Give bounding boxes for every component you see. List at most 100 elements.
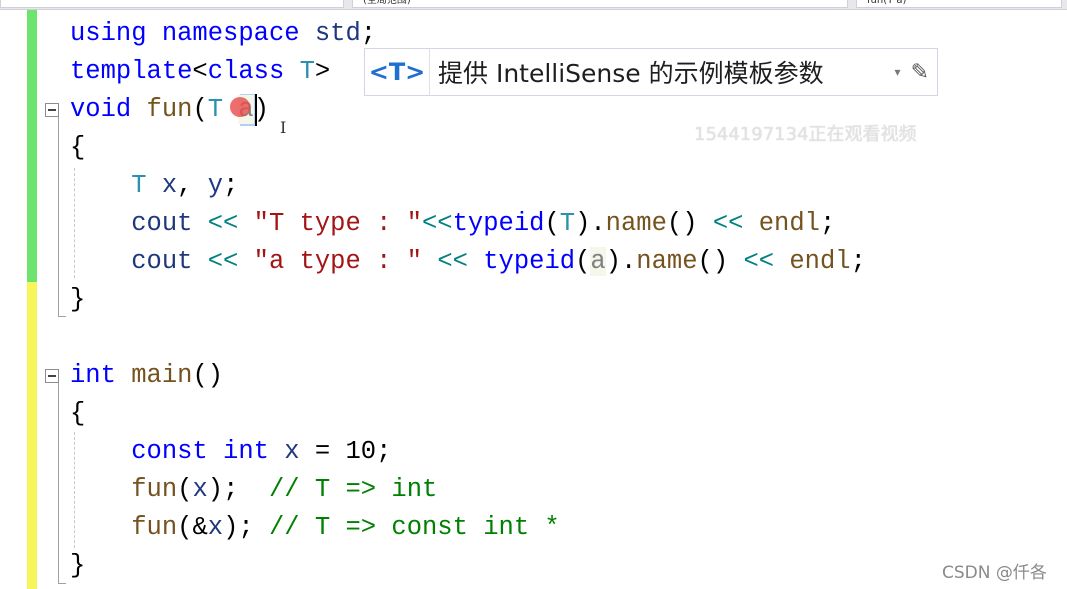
code-token: , [177,171,208,200]
code-token: ); [207,475,269,504]
code-token: > [314,57,331,86]
ibeam-cursor-icon: I [280,118,287,137]
template-parameter-badge: <T> [365,49,430,95]
code-token: = 10; [299,437,392,466]
watermark: 1544197134正在观看视频 [694,124,917,145]
code-token: namespace [161,19,300,48]
code-token: std [314,19,361,48]
cursor-click-indicator [230,97,250,117]
code-token: class [207,57,285,86]
code-line[interactable]: const int x = 10; [70,433,866,471]
code-line[interactable]: T x, y; [70,167,866,205]
code-token: { [70,399,86,428]
change-indicator-saved [27,282,37,589]
change-indicator-unsaved [27,10,37,282]
code-token: void [70,95,132,124]
code-line[interactable]: cout << "a type : " << typeid(a).name() … [70,243,866,281]
code-token: } [70,285,86,314]
collapse-fun-icon[interactable] [45,103,59,117]
collapse-main-icon[interactable] [45,369,59,383]
project-dropdown[interactable] [0,0,344,8]
template-intellisense-label: 提供 IntelliSense 的示例模板参数 [438,59,824,88]
code-line[interactable]: { [70,395,866,433]
code-token: x [161,171,178,200]
code-line[interactable]: } [70,281,866,319]
code-token: ; [223,171,239,200]
template-intellisense-bar[interactable]: <T> 提供 IntelliSense 的示例模板参数 ▾ ✎ [364,48,938,96]
code-token: (& [177,513,208,542]
code-token: endl [789,247,851,276]
code-token: ). [575,209,606,238]
code-token: } [70,551,86,580]
code-token: ). [605,247,637,276]
member-dropdown[interactable]: fun(T a) [856,0,1062,8]
code-token: main [131,361,193,390]
code-token: template [70,57,193,86]
edit-pencil-icon[interactable]: ✎ [911,60,929,85]
code-token: < [192,57,208,86]
text-caret [255,94,257,126]
code-token: fun [146,95,193,124]
code-token: name [636,247,698,276]
code-token: typeid [452,209,545,238]
code-line[interactable]: fun(&x); // T => const int * [70,509,866,547]
code-token: a [590,247,606,276]
code-token: ; [850,247,866,276]
code-token: ; [819,209,836,238]
code-token: T [299,57,315,86]
code-token: fun [131,475,178,504]
code-token: typeid [483,247,576,276]
code-token: T [207,95,224,124]
code-token: ( [575,247,591,276]
code-line[interactable] [70,319,866,357]
code-token: // T => int [268,475,438,504]
scope-dropdown[interactable]: (全局范围) [352,0,848,8]
code-editor[interactable]: using namespace std; template<class T> voi… [70,15,866,585]
code-line[interactable]: int main() [70,357,866,395]
code-line[interactable]: } [70,547,866,585]
code-token: endl [758,209,820,238]
code-line[interactable]: cout << "T type : "<<typeid(T).name() <<… [70,205,866,243]
code-token: // T => const int * [268,513,560,542]
code-token: int [223,437,269,466]
code-token: T [559,209,576,238]
code-token: const [131,437,208,466]
code-token: x [284,437,300,466]
fold-end [58,316,66,317]
code-token: name [605,209,667,238]
code-token: () [697,247,744,276]
code-token: () [666,209,713,238]
dropdown-arrow-icon[interactable]: ▾ [895,65,901,79]
code-token: x [207,513,224,542]
fold-line [58,117,59,316]
fold-end [58,583,66,584]
code-token: cout [131,209,193,238]
code-line[interactable]: fun(x); // T => int [70,471,866,509]
code-token: cout [131,247,193,276]
code-token: using [70,19,147,48]
code-token: ; [360,19,377,48]
code-token: fun [131,513,178,542]
code-token: << [207,247,239,276]
code-token: () [192,361,224,390]
code-token: x [192,475,208,504]
code-token: T [131,171,147,200]
code-token: int [70,361,116,390]
